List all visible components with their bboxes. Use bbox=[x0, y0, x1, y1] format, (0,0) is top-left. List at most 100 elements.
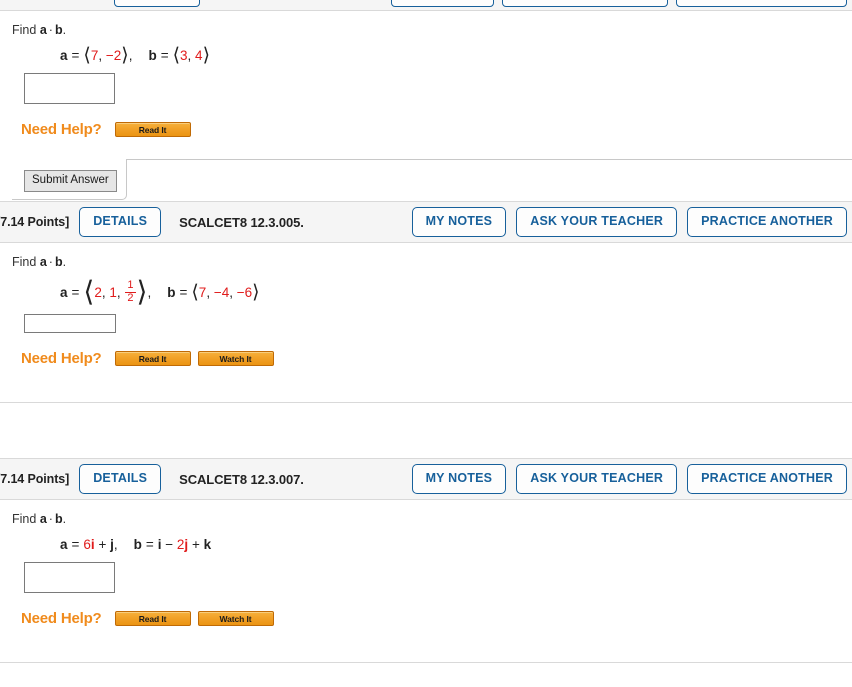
vector-b-comp-1: −4 bbox=[213, 284, 230, 300]
dot-operator-icon: · bbox=[48, 23, 53, 37]
vector-a-term-1-op: + bbox=[94, 537, 111, 553]
problem-1-answer-input[interactable] bbox=[24, 73, 115, 105]
angle-bracket-open-icon: ⟨ bbox=[83, 44, 91, 66]
comma: , bbox=[98, 48, 106, 64]
vector-b-term-1-op: − bbox=[161, 537, 177, 553]
need-help-label: Need Help? bbox=[21, 121, 102, 139]
cut-off-header-strip bbox=[0, 0, 852, 11]
vector-a-name: a bbox=[60, 284, 68, 300]
practice-another-button[interactable]: PRACTICE ANOTHER bbox=[687, 464, 847, 495]
prompt-suffix: . bbox=[62, 23, 67, 37]
equals-sign: = bbox=[71, 48, 80, 64]
problem-2-header-actions: MY NOTES ASK YOUR TEACHER PRACTICE ANOTH… bbox=[411, 207, 852, 238]
angle-bracket-open-icon: ⟨ bbox=[83, 275, 95, 309]
angle-bracket-open-icon: ⟨ bbox=[191, 280, 199, 303]
read-it-button[interactable]: Read It bbox=[114, 351, 191, 367]
prompt-prefix: Find bbox=[12, 512, 37, 527]
prompt-vector-b: b bbox=[54, 512, 63, 527]
equals-sign: = bbox=[145, 537, 154, 553]
watch-it-button[interactable]: Watch It bbox=[197, 611, 274, 627]
section-divider bbox=[0, 662, 852, 664]
problem-1-submit-row: Submit Answer bbox=[12, 159, 852, 201]
problem-3-need-help: Need Help? Read It Watch It bbox=[21, 610, 852, 627]
problem-3-points: –/7.14 Points] bbox=[0, 472, 70, 487]
submit-divider bbox=[127, 159, 852, 161]
prompt-suffix: . bbox=[62, 512, 67, 527]
angle-bracket-close-icon: ⟩ bbox=[121, 44, 129, 66]
problem-2-bottom-gap bbox=[0, 367, 852, 403]
problem-3-header-actions: MY NOTES ASK YOUR TEACHER PRACTICE ANOTH… bbox=[411, 464, 852, 495]
problem-2-given-vectors: a = ⟨ 2, 1, 1 2 ⟩, b = ⟨ 7, −4, −6 ⟩ bbox=[60, 275, 852, 309]
read-it-button[interactable]: Read It bbox=[114, 122, 191, 138]
equals-sign: = bbox=[71, 537, 80, 553]
ask-your-teacher-button[interactable]: ASK YOUR TEACHER bbox=[516, 464, 678, 495]
vector-a-comp-2-fraction: 12 bbox=[125, 279, 136, 304]
practice-another-button[interactable]: PRACTICE ANOTHER bbox=[687, 207, 847, 238]
vector-a-name: a bbox=[60, 537, 68, 553]
problem-1-body: Find a · b. a = ⟨ 7, −2 ⟩, b = ⟨ 3, 4 ⟩ Need H… bbox=[0, 11, 852, 202]
need-help-label: Need Help? bbox=[21, 350, 102, 368]
cut-off-button-fragment[interactable] bbox=[502, 0, 668, 7]
vector-b-name: b bbox=[133, 537, 142, 553]
problem-1-need-help: Need Help? Read It bbox=[21, 121, 852, 138]
angle-bracket-close-icon: ⟩ bbox=[136, 275, 148, 309]
vector-b-comp-1: 4 bbox=[195, 48, 203, 64]
fraction-denominator: 2 bbox=[125, 291, 136, 304]
vector-b-term-2-op: + bbox=[188, 537, 204, 553]
comma-sep: , bbox=[128, 48, 133, 64]
equals-sign: = bbox=[160, 48, 169, 64]
details-button[interactable]: DETAILS bbox=[79, 207, 162, 238]
vector-b-name: b bbox=[148, 48, 157, 64]
equals-sign: = bbox=[179, 284, 188, 300]
vector-b-name: b bbox=[167, 284, 176, 300]
my-notes-button[interactable]: MY NOTES bbox=[411, 207, 507, 238]
cut-off-button-fragment[interactable] bbox=[391, 0, 494, 7]
problem-2-answer-input[interactable] bbox=[24, 314, 116, 334]
vector-a-comp-1: 1 bbox=[109, 284, 117, 300]
watch-it-button[interactable]: Watch It bbox=[197, 351, 274, 367]
problem-3-bottom-gap bbox=[0, 627, 852, 663]
vector-a-comp-1: −2 bbox=[105, 48, 122, 64]
fraction-numerator: 1 bbox=[127, 279, 134, 292]
vector-a-comp-0: 7 bbox=[90, 48, 99, 64]
vector-a-name: a bbox=[60, 48, 68, 64]
my-notes-button[interactable]: MY NOTES bbox=[411, 464, 507, 495]
problem-1-prompt: Find a · b. bbox=[12, 23, 852, 37]
prompt-prefix: Find bbox=[12, 23, 37, 37]
comma: , bbox=[187, 48, 196, 64]
problem-3-answer-input[interactable] bbox=[24, 562, 115, 594]
inter-problem-gap bbox=[0, 403, 852, 459]
ask-your-teacher-button[interactable]: ASK YOUR TEACHER bbox=[516, 207, 678, 238]
read-it-button[interactable]: Read It bbox=[114, 611, 191, 627]
comma: , bbox=[229, 284, 237, 300]
vector-b-comp-0: 3 bbox=[180, 48, 188, 64]
need-help-label: Need Help? bbox=[21, 610, 102, 628]
angle-bracket-open-icon: ⟨ bbox=[172, 44, 181, 66]
dot-operator-icon: · bbox=[48, 512, 53, 527]
problem-3-prompt: Find a · b. bbox=[12, 512, 852, 526]
assignment-page: Find a · b. a = ⟨ 7, −2 ⟩, b = ⟨ 3, 4 ⟩ Need H… bbox=[0, 0, 852, 687]
submit-answer-button[interactable]: Submit Answer bbox=[24, 170, 117, 192]
cut-off-button-fragment[interactable] bbox=[114, 0, 200, 7]
problem-3-header: –/7.14 Points] DETAILS SCALCET8 12.3.007… bbox=[0, 458, 852, 501]
angle-bracket-close-icon: ⟩ bbox=[252, 280, 260, 303]
problem-3-question-code: SCALCET8 12.3.007. bbox=[179, 471, 304, 487]
problem-2-need-help: Need Help? Read It Watch It bbox=[21, 350, 852, 367]
problem-3-body: Find a · b. a = 6i + j, b = i − 2j + k Nee… bbox=[0, 500, 852, 628]
comma: , bbox=[206, 284, 214, 300]
prompt-suffix: . bbox=[62, 255, 67, 270]
prompt-vector-b: b bbox=[54, 23, 63, 37]
comma: , bbox=[116, 284, 125, 300]
details-button[interactable]: DETAILS bbox=[79, 464, 162, 495]
equals-sign: = bbox=[71, 284, 80, 300]
prompt-vector-a: a bbox=[39, 512, 47, 527]
vector-a-comp-0: 2 bbox=[94, 284, 102, 300]
comma-sep: , bbox=[113, 537, 118, 553]
problem-2-prompt: Find a · b. bbox=[12, 255, 852, 269]
angle-bracket-close-icon: ⟩ bbox=[202, 44, 210, 66]
prompt-prefix: Find bbox=[12, 255, 37, 270]
cut-off-button-fragment[interactable] bbox=[676, 0, 847, 7]
prompt-vector-b: b bbox=[54, 255, 63, 270]
problem-2-body: Find a · b. a = ⟨ 2, 1, 1 2 ⟩, b = ⟨ 7, −4, −6… bbox=[0, 243, 852, 368]
prompt-vector-a: a bbox=[39, 255, 47, 270]
